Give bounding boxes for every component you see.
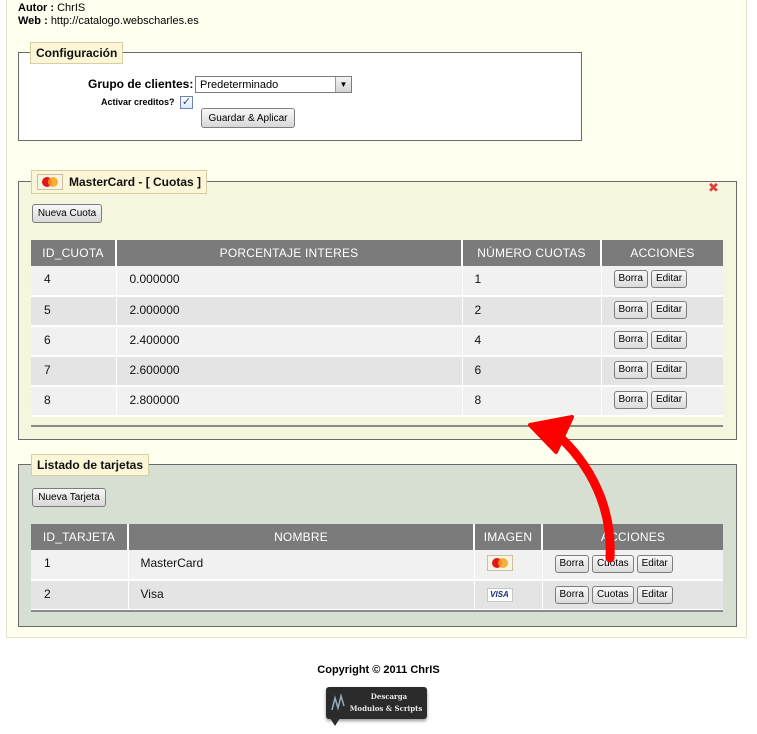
group-label: Grupo de clientes:	[88, 77, 194, 91]
cell-id: 8	[31, 386, 117, 417]
cell-id: 6	[31, 326, 117, 357]
delete-button[interactable]: Borra	[554, 555, 589, 573]
cell-actions: Borra Editar	[601, 356, 723, 387]
cell-image	[474, 550, 543, 581]
download-banner[interactable]: Descarga Modulos & Scripts	[326, 687, 427, 719]
delete-button[interactable]: Borra	[613, 270, 648, 288]
mastercard-logo-icon	[37, 174, 63, 190]
table-row: 4 0.000000 1 Borra Editar	[31, 266, 723, 297]
delete-button[interactable]: Borra	[613, 331, 648, 349]
delete-button[interactable]: Borra	[613, 361, 648, 379]
edit-button[interactable]: Editar	[650, 301, 688, 319]
cell-name: Visa	[128, 580, 475, 611]
check-icon: ✓	[181, 96, 192, 108]
cell-actions: Borra Editar	[601, 386, 723, 417]
cell-actions: Borra Editar	[601, 266, 723, 297]
cell-pct: 2.400000	[116, 326, 463, 357]
close-icon[interactable]: ✖	[708, 181, 719, 195]
cell-name: MasterCard	[128, 550, 475, 581]
cell-num: 1	[462, 266, 602, 297]
save-apply-button[interactable]: Guardar & Aplicar	[201, 108, 295, 128]
cell-pct: 2.600000	[116, 356, 463, 387]
cell-num: 2	[462, 296, 602, 327]
table-row: 1 MasterCard Borra Cuotas Editar	[31, 550, 723, 581]
cell-num: 8	[462, 386, 602, 417]
web-value: http://catalogo.webscharles.es	[50, 15, 199, 27]
cell-id: 5	[31, 296, 117, 327]
col-imagen: IMAGEN	[474, 524, 543, 550]
cell-id: 4	[31, 266, 117, 297]
web-label: Web :	[18, 15, 48, 27]
col-nombre: NOMBRE	[128, 524, 475, 550]
cuotas-button[interactable]: Cuotas	[591, 586, 634, 604]
delete-button[interactable]: Borra	[613, 391, 648, 409]
config-legend: Configuración	[30, 42, 124, 64]
new-cuota-button[interactable]: Nueva Cuota	[32, 204, 102, 223]
edit-button[interactable]: Editar	[636, 555, 673, 573]
edit-button[interactable]: Editar	[650, 391, 688, 409]
cell-actions: Borra Editar	[601, 296, 723, 327]
edit-button[interactable]: Editar	[636, 586, 673, 604]
tarjetas-table-bottom-rule	[31, 610, 723, 612]
cell-image: VISA	[474, 580, 543, 611]
delete-button[interactable]: Borra	[554, 586, 589, 604]
cell-id: 2	[31, 580, 129, 611]
copyright-text: Copyright © 2011 ChrIS	[317, 664, 440, 676]
web-line: Web : http://catalogo.webscharles.es	[18, 15, 199, 27]
col-porcentaje: PORCENTAJE INTERES	[116, 240, 463, 266]
cell-id: 7	[31, 356, 117, 387]
table-row: 2 Visa VISA Borra Cuotas Editar	[31, 580, 723, 611]
col-id-cuota: ID_CUOTA	[31, 240, 117, 266]
banner-line1: Descarga	[370, 692, 408, 701]
group-select[interactable]: Predeterminado	[195, 76, 352, 93]
banner-logo-icon	[331, 692, 345, 714]
col-id-tarjeta: ID_TARJETA	[31, 524, 129, 550]
col-numero-cuotas: NÚMERO CUOTAS	[462, 240, 602, 266]
cell-actions: Borra Cuotas Editar	[542, 550, 723, 581]
cell-actions: Borra Editar	[601, 326, 723, 357]
credits-label: Activar creditos?	[101, 97, 175, 107]
delete-button[interactable]: Borra	[613, 301, 648, 319]
tarjetas-header-row: ID_TARJETA NOMBRE IMAGEN ACCIONES	[31, 524, 723, 550]
cell-pct: 0.000000	[116, 266, 463, 297]
mastercard-logo-icon	[486, 555, 513, 571]
col-acciones: ACCIONES	[601, 240, 723, 266]
banner-line2: Modulos & Scripts	[349, 704, 423, 713]
col-acciones: ACCIONES	[542, 524, 723, 550]
table-row: 8 2.800000 8 Borra Editar	[31, 386, 723, 417]
author-line: Autor : ChrIS	[18, 2, 85, 14]
edit-button[interactable]: Editar	[650, 331, 688, 349]
cuotas-button[interactable]: Cuotas	[591, 555, 634, 573]
author-value: ChrIS	[57, 2, 86, 14]
cuotas-header-row: ID_CUOTA PORCENTAJE INTERES NÚMERO CUOTA…	[31, 240, 723, 266]
new-tarjeta-button[interactable]: Nueva Tarjeta	[32, 488, 106, 507]
cuotas-table: ID_CUOTA PORCENTAJE INTERES NÚMERO CUOTA…	[31, 240, 723, 417]
banner-pointer	[330, 718, 340, 726]
cell-pct: 2.000000	[116, 296, 463, 327]
cell-id: 1	[31, 550, 129, 581]
table-row: 6 2.400000 4 Borra Editar	[31, 326, 723, 357]
tarjetas-legend: Listado de tarjetas	[31, 454, 150, 476]
cell-actions: Borra Cuotas Editar	[542, 580, 723, 611]
cell-num: 4	[462, 326, 602, 357]
credits-checkbox[interactable]: ✓	[180, 96, 193, 109]
table-row: 7 2.600000 6 Borra Editar	[31, 356, 723, 387]
edit-button[interactable]: Editar	[650, 361, 688, 379]
cuotas-table-bottom-rule	[31, 425, 723, 427]
table-row: 5 2.000000 2 Borra Editar	[31, 296, 723, 327]
author-label: Autor :	[18, 2, 55, 14]
cuotas-legend: MasterCard - [ Cuotas ]	[31, 170, 208, 194]
edit-button[interactable]: Editar	[650, 270, 688, 288]
cell-pct: 2.800000	[116, 386, 463, 417]
visa-logo-icon: VISA	[486, 587, 513, 602]
tarjetas-table: ID_TARJETA NOMBRE IMAGEN ACCIONES 1 Mast…	[31, 524, 723, 611]
cell-num: 6	[462, 356, 602, 387]
